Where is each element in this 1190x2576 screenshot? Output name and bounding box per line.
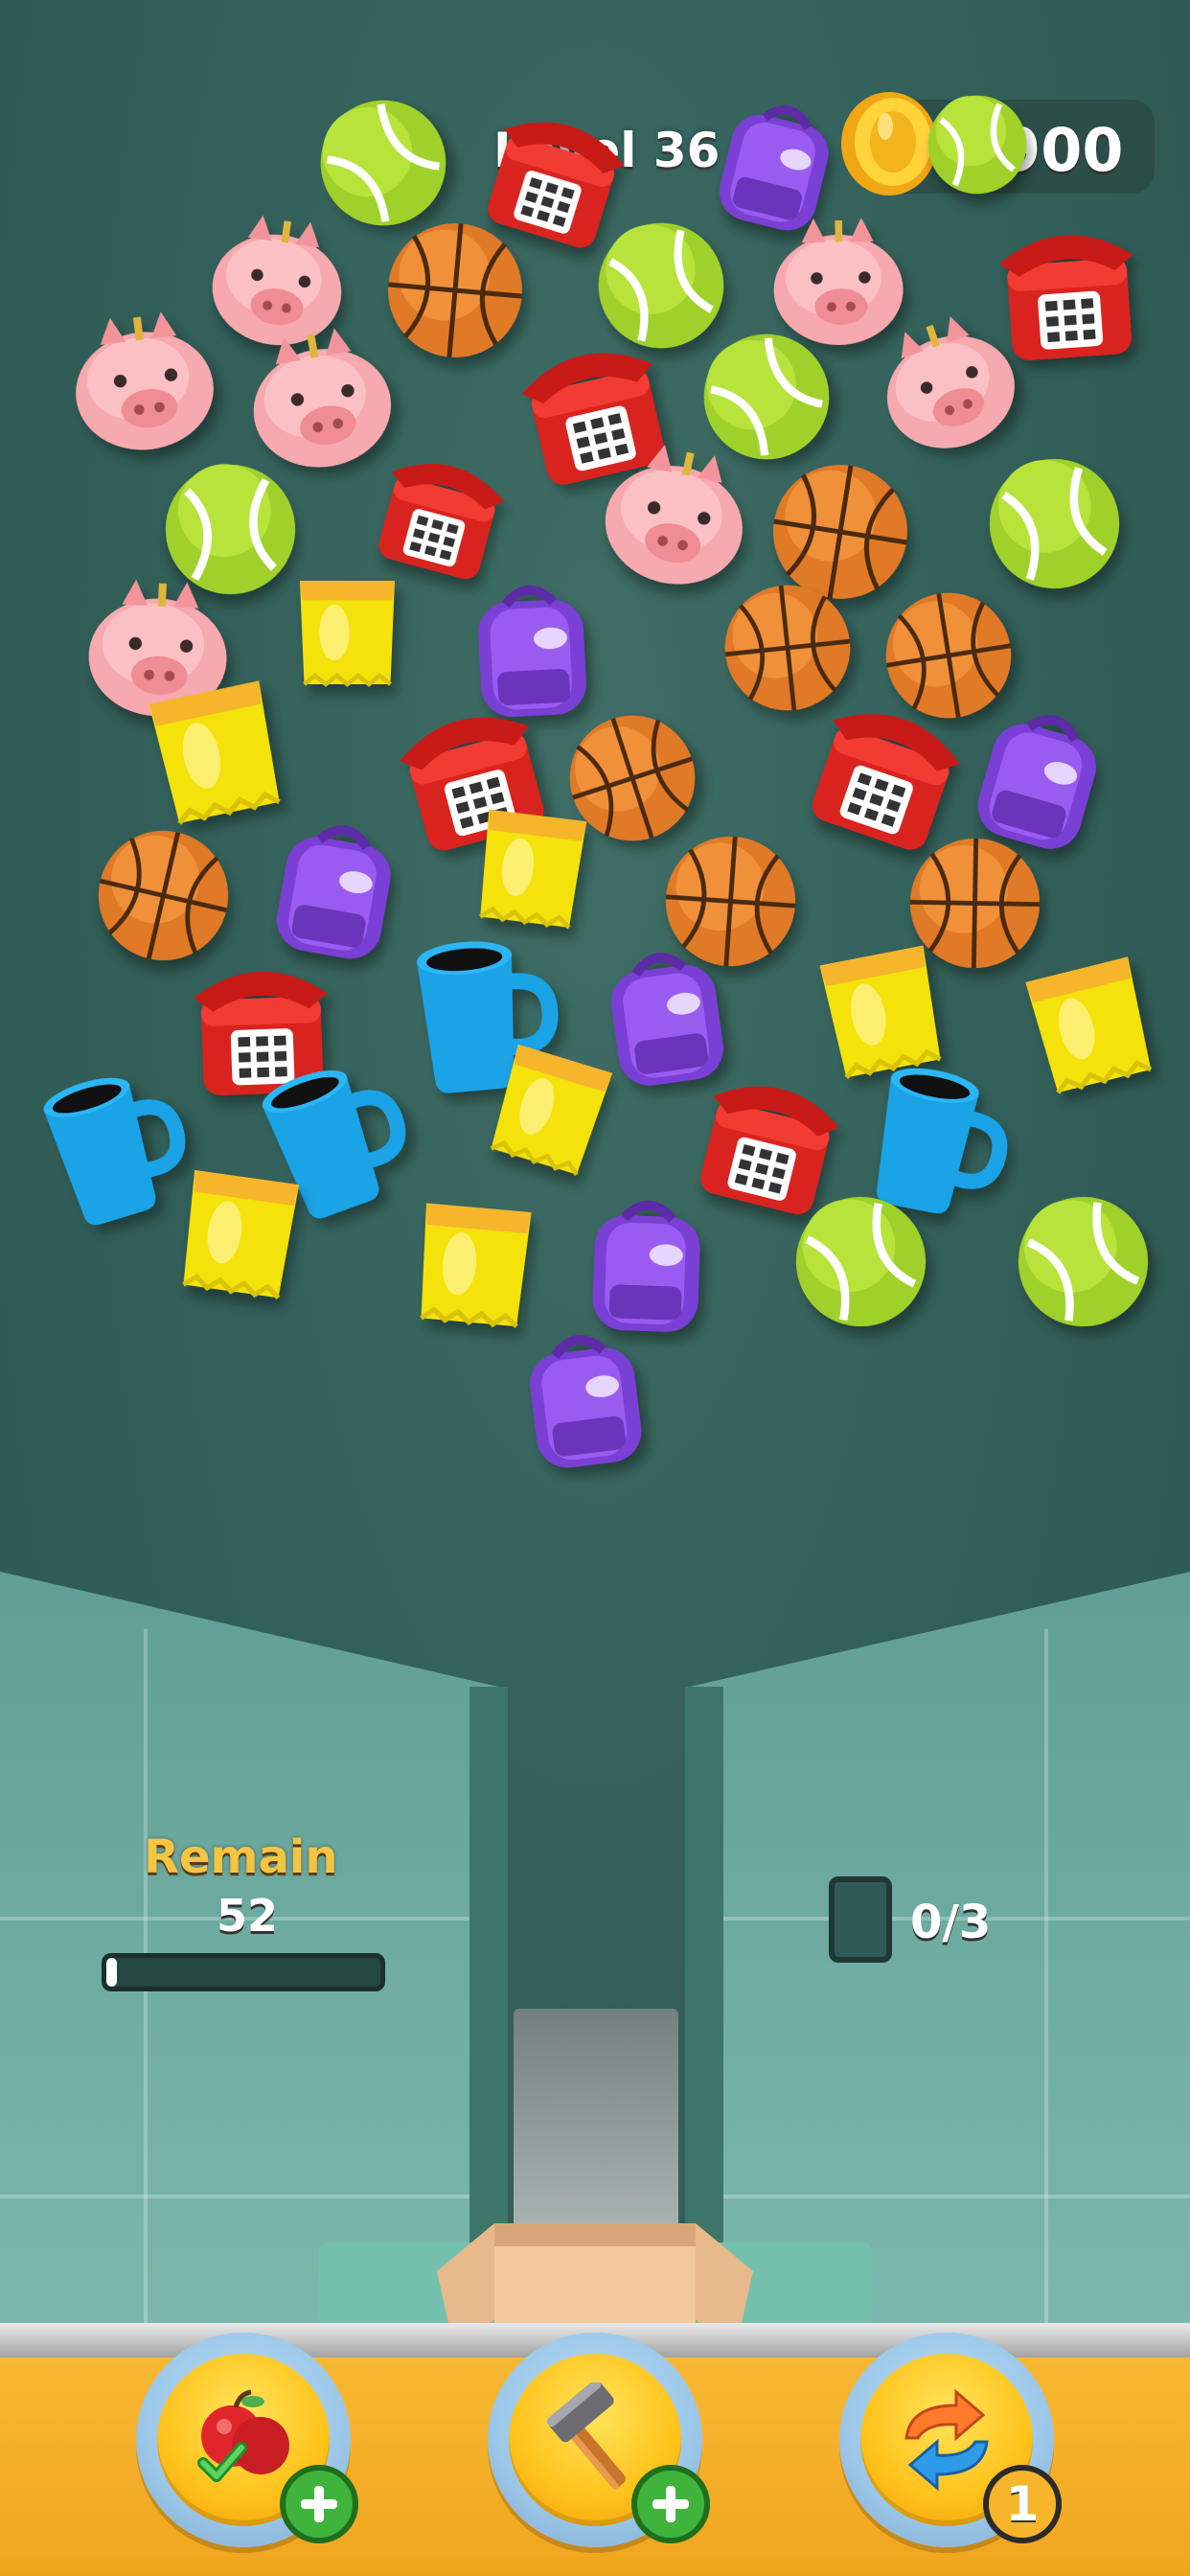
chips-bag-item[interactable] (397, 1183, 553, 1339)
tennis-ball-item[interactable] (978, 448, 1131, 600)
item-board (0, 0, 1190, 1495)
apples-check-icon (197, 2389, 289, 2482)
backpack-icon (276, 825, 391, 959)
backpack-icon (530, 1335, 642, 1468)
tennis-ball-icon (989, 458, 1120, 589)
hammer-icon (546, 2382, 626, 2490)
chips-bag-icon (479, 809, 587, 930)
tray-count: 0/3 (910, 1896, 992, 1949)
chips-bag-item[interactable] (283, 564, 412, 693)
backpack-icon (592, 1200, 700, 1332)
remain-progress-fill (106, 1958, 118, 1987)
tennis-ball-icon (927, 95, 1027, 195)
chips-bag-item[interactable] (457, 790, 606, 939)
add-hammer-booster-icon[interactable] (631, 2465, 710, 2543)
chips-bag-icon (182, 1169, 300, 1300)
chips-bag-item[interactable] (158, 1148, 320, 1310)
wall-tile-line (709, 2195, 1190, 2198)
piggy-bank-item[interactable] (58, 298, 229, 469)
hammer-booster-button[interactable] (488, 2333, 710, 2547)
basketball-item[interactable] (378, 213, 534, 369)
shuffle-count-badge: 1 (983, 2465, 1062, 2543)
chips-bag-icon (420, 1203, 532, 1328)
tray-slot-icon (829, 1876, 892, 1963)
fruit-booster-button[interactable] (136, 2333, 358, 2547)
left-wall (0, 1572, 498, 2358)
shuffle-booster-button[interactable]: 1 (839, 2333, 1062, 2547)
remain-progress-bar (102, 1953, 385, 1991)
telephone-icon (998, 235, 1133, 361)
piggy-bank-icon (76, 311, 214, 450)
backpack-item[interactable] (504, 1318, 664, 1478)
tennis-ball-icon (1018, 1196, 1149, 1327)
piggy-bank-item[interactable] (584, 426, 767, 609)
wall-tile-line (0, 2195, 479, 2198)
tennis-ball-item[interactable] (906, 81, 1049, 209)
wall-tile-line (1044, 1629, 1048, 2329)
add-fruit-booster-icon[interactable] (280, 2465, 358, 2543)
basketball-icon (388, 223, 522, 357)
shuffle-arrows-icon (904, 2388, 989, 2492)
tennis-ball-icon (795, 1196, 927, 1327)
tennis-ball-item[interactable] (1009, 1187, 1157, 1336)
remain-count: 52 (217, 1890, 279, 1942)
remain-label: Remain (144, 1830, 338, 1884)
drop-chute (514, 2009, 678, 2239)
backpack-item[interactable] (572, 1189, 721, 1338)
piggy-bank-icon (605, 445, 743, 585)
telephone-item[interactable] (992, 214, 1145, 367)
tennis-ball-item[interactable] (790, 1191, 932, 1333)
chips-bag-icon (300, 581, 395, 687)
backpack-item[interactable] (252, 805, 419, 972)
